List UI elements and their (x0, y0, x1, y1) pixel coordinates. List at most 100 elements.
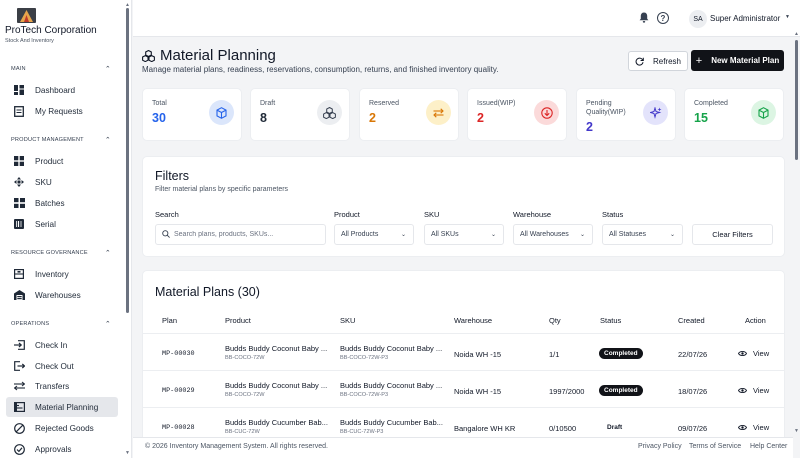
search-field[interactable] (155, 224, 326, 245)
table-row[interactable]: MP-00029 Budds Buddy Coconut Baby ... BB… (142, 370, 785, 407)
status-select[interactable]: All Statuses ⌄ (602, 224, 683, 245)
column-header-status[interactable]: Status (600, 316, 621, 325)
warehouse-select[interactable]: All Warehouses ⌄ (513, 224, 593, 245)
column-header-plan[interactable]: Plan (162, 316, 177, 325)
cubes-icon (142, 49, 155, 62)
refresh-button[interactable]: Refresh (628, 51, 688, 71)
warehouse-icon (13, 289, 25, 301)
stat-card-completed: Completed 15 (684, 88, 784, 141)
status-select-value: All Statuses (609, 231, 646, 238)
chevron-up-icon: ⌃ (104, 137, 111, 144)
caret-down-icon[interactable]: ▼ (785, 14, 790, 20)
sidebar-item-check-out[interactable]: Check Out (6, 356, 118, 376)
scroll-down-arrow-icon[interactable]: ▼ (125, 450, 130, 456)
serial-icon (13, 218, 25, 230)
section-product-management[interactable]: PRODUCT MANAGEMENT ⌃ (11, 136, 111, 144)
sidebar-item-batches[interactable]: Batches (6, 193, 118, 213)
terms-of-service-link[interactable]: Terms of Service (689, 443, 741, 450)
view-button[interactable]: View (738, 349, 769, 358)
sidebar-item-approvals[interactable]: Approvals (6, 439, 118, 458)
view-label: View (753, 423, 770, 432)
qty-value: 0/10500 (549, 424, 577, 433)
column-header-sku[interactable]: SKU (340, 316, 355, 325)
user-name[interactable]: Super Administrator (710, 14, 780, 23)
sidebar-item-label: Inventory (35, 269, 69, 279)
sidebar-item-dashboard[interactable]: Dashboard (6, 80, 118, 100)
qty-value: 1997/2000 (549, 387, 585, 396)
clear-filters-button[interactable]: Clear Filters (692, 224, 773, 245)
product-sku-code: BB-COCO-72W (225, 392, 265, 398)
stat-card-reserved: Reserved 2 (359, 88, 459, 141)
sidebar-item-my-requests[interactable]: My Requests (6, 101, 118, 121)
column-header-product[interactable]: Product (225, 316, 251, 325)
sidebar-item-transfers[interactable]: Transfers (6, 376, 118, 396)
privacy-policy-link[interactable]: Privacy Policy (638, 443, 682, 450)
sidebar: ProTech Corporation Stock And Inventory … (0, 0, 132, 458)
help-center-link[interactable]: Help Center (750, 443, 787, 450)
sidebar-item-label: Dashboard (35, 85, 76, 95)
section-title: OPERATIONS (11, 321, 50, 327)
sidebar-item-rejected-goods[interactable]: Rejected Goods (6, 418, 118, 438)
view-button[interactable]: View (738, 386, 769, 395)
column-header-action[interactable]: Action (745, 316, 766, 325)
cubes-icon (317, 100, 342, 125)
section-main[interactable]: MAIN ⌃ (11, 65, 111, 73)
search-input[interactable] (174, 231, 314, 238)
search-label: Search (155, 210, 179, 219)
new-material-plan-button[interactable]: + New Material Plan (691, 50, 784, 71)
section-title: MAIN (11, 66, 26, 72)
sidebar-item-label: Product (35, 156, 64, 166)
sku-code: BB-CUC-72W-P3 (340, 429, 384, 435)
chevron-down-icon: ⌄ (400, 232, 406, 238)
filters-title: Filters (155, 169, 190, 183)
sidebar-item-inventory[interactable]: Inventory (6, 264, 118, 284)
sku-name: Budds Buddy Coconut Baby ... (340, 344, 443, 353)
sku-code: BB-COCO-72W-P3 (340, 355, 389, 361)
column-header-qty[interactable]: Qty (549, 316, 561, 325)
section-resource-governance[interactable]: RESOURCE GOVERNANCE ⌃ (11, 249, 111, 257)
product-select[interactable]: All Products ⌄ (334, 224, 414, 245)
sidebar-item-product[interactable]: Product (6, 151, 118, 171)
company-logo (17, 8, 36, 23)
sidebar-item-label: Material Planning (35, 402, 99, 412)
section-title: PRODUCT MANAGEMENT (11, 137, 84, 143)
chevron-up-icon: ⌃ (104, 66, 111, 73)
sidebar-item-warehouses[interactable]: Warehouses (6, 285, 118, 305)
chevron-down-icon: ⌄ (669, 232, 675, 238)
table-row[interactable]: MP-00028 Budds Buddy Cucumber Bab... BB-… (142, 407, 785, 437)
sku-select[interactable]: All SKUs ⌄ (424, 224, 504, 245)
search-icon (162, 229, 170, 240)
plan-id: MP-00029 (162, 387, 195, 395)
box-check-icon (751, 100, 776, 125)
check-out-icon (13, 360, 25, 372)
stack-icon (13, 197, 25, 209)
sidebar-item-label: Warehouses (35, 290, 81, 300)
sparkle-icon (643, 100, 668, 125)
column-header-warehouse[interactable]: Warehouse (454, 316, 492, 325)
view-button[interactable]: View (738, 423, 769, 432)
section-operations[interactable]: OPERATIONS ⌃ (11, 320, 111, 328)
avatar[interactable]: SA (689, 10, 707, 28)
check-in-icon (13, 339, 25, 351)
sidebar-item-serial[interactable]: Serial (6, 214, 118, 234)
stat-label: Pending Quality(WIP) (586, 100, 626, 116)
sidebar-item-sku[interactable]: SKU (6, 172, 118, 192)
scroll-up-arrow-icon[interactable]: ▲ (794, 31, 799, 37)
brand-name: ProTech Corporation (5, 25, 97, 36)
sidebar-item-check-in[interactable]: Check In (6, 335, 118, 355)
bell-icon[interactable] (639, 12, 649, 25)
warehouse-name: Noida WH -15 (454, 350, 502, 359)
warehouse-select-value: All Warehouses (520, 231, 569, 238)
main-scrollbar[interactable] (795, 40, 798, 160)
sidebar-item-material-planning[interactable]: Material Planning (6, 397, 118, 417)
help-icon[interactable]: ? (657, 12, 669, 24)
table-row[interactable]: MP-00030 Budds Buddy Coconut Baby ... BB… (142, 333, 785, 370)
document-icon (13, 105, 25, 117)
scroll-down-arrow-icon[interactable]: ▼ (794, 428, 799, 434)
sidebar-item-label: Batches (35, 198, 65, 208)
chevron-down-icon: ⌄ (490, 232, 496, 238)
sku-name: Budds Buddy Coconut Baby ... (340, 381, 443, 390)
sidebar-scrollbar[interactable] (126, 8, 129, 313)
stat-value: 2 (369, 111, 376, 125)
column-header-created[interactable]: Created (678, 316, 705, 325)
